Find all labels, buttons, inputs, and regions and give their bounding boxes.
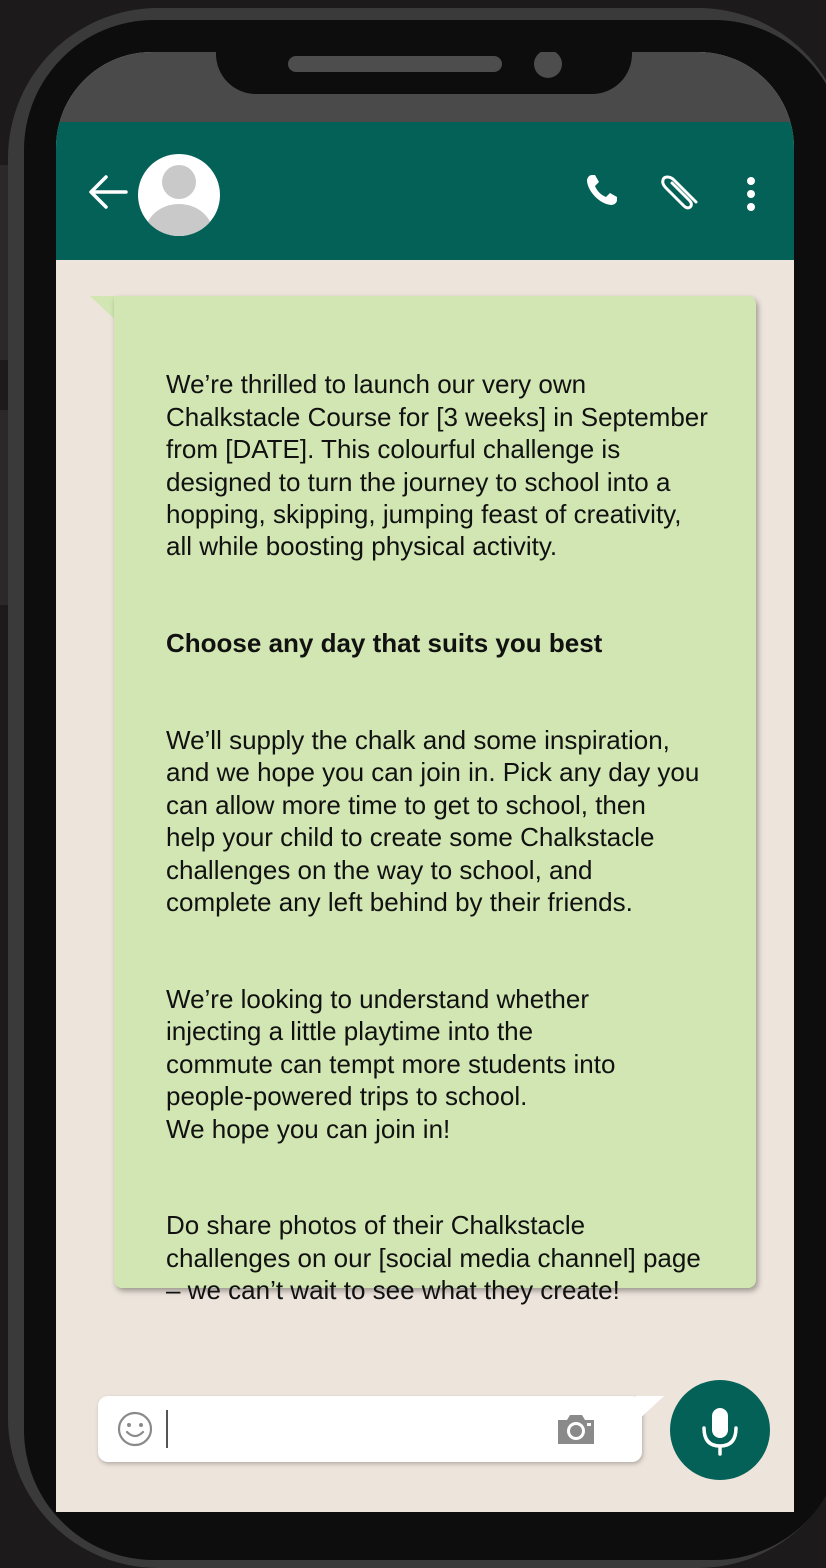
default-user-avatar-icon (145, 165, 213, 236)
message-paragraph: We’re looking to understand whether inje… (166, 983, 616, 1144)
message-heading: Choose any day that suits you best (166, 628, 603, 659)
text-caret (166, 1410, 168, 1448)
chat-area: We’re thrilled to launch our very own Ch… (56, 260, 794, 1512)
smiley-icon (117, 1411, 153, 1447)
back-button[interactable] (86, 172, 130, 212)
message-paragraph: Do share photos of their Chalkstacle cha… (166, 1210, 701, 1306)
front-camera (534, 52, 562, 78)
microphone-icon (702, 1408, 738, 1456)
phone-icon (587, 175, 617, 205)
arrow-left-icon (89, 175, 128, 209)
call-button[interactable] (584, 172, 620, 212)
paperclip-icon (661, 175, 698, 210)
chat-header (56, 122, 794, 260)
camera-icon (558, 1415, 594, 1444)
phone-notch (216, 52, 632, 94)
contact-avatar[interactable] (138, 154, 220, 236)
camera-button[interactable] (554, 1410, 598, 1448)
message-text: We’re thrilled to launch our very own Ch… (166, 336, 766, 1371)
speaker-grille (288, 56, 502, 72)
emoji-button[interactable] (116, 1410, 154, 1448)
message-paragraph: We’re thrilled to launch our very own Ch… (166, 369, 708, 562)
more-options-button[interactable] (744, 176, 758, 216)
more-vertical-icon (747, 177, 755, 211)
attach-button[interactable] (660, 172, 702, 214)
message-input[interactable] (172, 1404, 556, 1456)
message-bubble[interactable]: We’re thrilled to launch our very own Ch… (114, 296, 756, 1305)
voice-message-button[interactable] (670, 1380, 770, 1480)
message-composer (98, 1396, 642, 1462)
message-paragraph: We’ll supply the chalk and some inspirat… (166, 725, 700, 918)
composer-tail (636, 1396, 664, 1422)
phone-screen: We’re thrilled to launch our very own Ch… (56, 52, 794, 1512)
message-bubble-wrapper: We’re thrilled to launch our very own Ch… (86, 296, 756, 1305)
